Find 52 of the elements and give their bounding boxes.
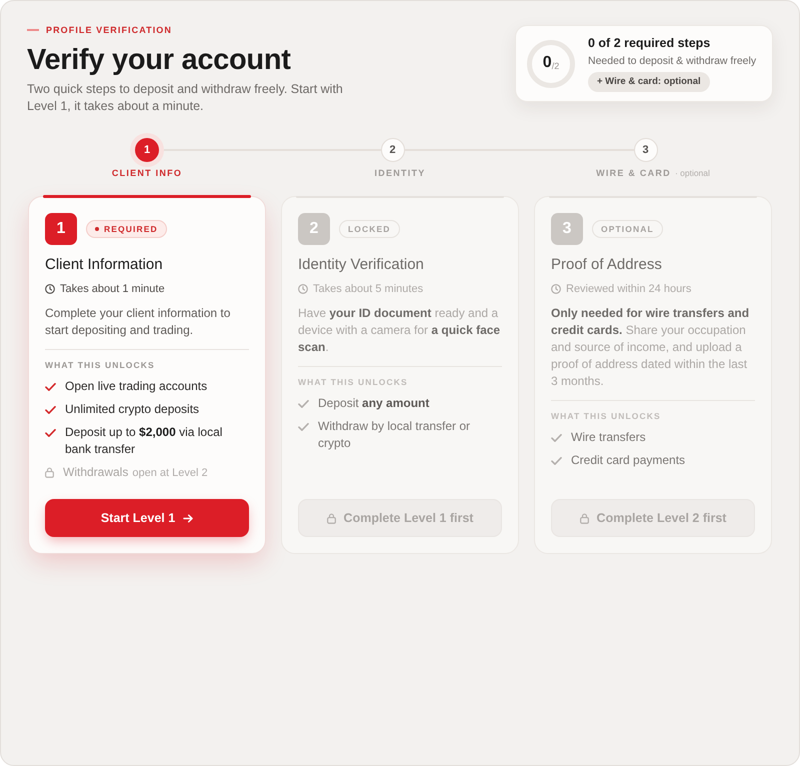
unlock-item: Wire transfers: [571, 429, 646, 446]
lock-icon: [580, 512, 589, 524]
clock-icon: [551, 284, 561, 294]
time-estimate: Takes about 5 minutes: [313, 282, 424, 297]
unlock-item: Deposit up to $2,000 via local bank transfer: [65, 424, 224, 458]
unlock-item: Withdraw by local transfer or crypto: [318, 418, 472, 452]
unlock-item: Withdrawals open at Level 2: [63, 464, 208, 481]
unlock-item: Credit card payments: [571, 452, 686, 469]
step-number-tile: 2: [298, 213, 330, 245]
unlocks-heading: WHAT THIS UNLOCKS: [298, 376, 409, 388]
status-badge-label: LOCKED: [348, 222, 391, 236]
check-icon: [298, 423, 309, 431]
start-button[interactable]: Start Level 1: [45, 499, 249, 537]
step-label[interactable]: CLIENT INFO: [112, 167, 182, 179]
check-icon: [45, 383, 56, 391]
progress-subtitle: Needed to deposit & withdraw freely: [588, 54, 756, 68]
step-number-tile: 1: [45, 213, 77, 245]
check-icon: [45, 429, 56, 437]
unlocks-heading: WHAT THIS UNLOCKS: [551, 410, 662, 422]
check-icon: [551, 434, 562, 442]
step-label[interactable]: IDENTITY: [374, 167, 426, 179]
progress-title: 0 of 2 required steps: [588, 35, 710, 51]
step-label[interactable]: WIRE & CARD · optional: [596, 167, 710, 179]
check-icon: [551, 457, 562, 465]
status-badge-label: REQUIRED: [104, 222, 158, 236]
time-estimate: Reviewed within 24 hours: [566, 282, 692, 297]
page-subtitle: Two quick steps to deposit and withdraw freely. Start with Level 1, it takes about a minute.: [27, 81, 344, 115]
status-badge-label: OPTIONAL: [601, 222, 654, 236]
card-title: Identity Verification: [298, 255, 425, 275]
progress-count: 0$_{/2}$: [542, 54, 560, 73]
card-description: Only needed for wire transfers and credit cards. Share your occupation and source of income, and upload a proof of address dated within the last 3 months.: [551, 305, 750, 390]
card-description: Have your ID document ready and a device with a camera for a quick face scan.: [298, 305, 502, 356]
lock-icon: [45, 467, 54, 478]
arrow-right-icon: [183, 514, 194, 522]
time-estimate: Takes about 1 minute: [60, 282, 165, 297]
unlocks-heading: WHAT THIS UNLOCKS: [45, 359, 156, 371]
unlock-item: Unlimited crypto deposits: [65, 401, 200, 418]
clock-icon: [45, 284, 55, 294]
check-icon: [298, 400, 309, 408]
check-icon: [45, 406, 56, 414]
page-title: Verify your account: [27, 43, 292, 77]
progress-ring: [527, 40, 575, 88]
eyebrow-label: PROFILE VERIFICATION: [46, 24, 172, 36]
lock-icon: [326, 512, 336, 524]
card-title: Proof of Address: [551, 255, 663, 275]
unlock-item: Open live trading accounts: [65, 378, 208, 395]
unlock-item: Deposit any amount: [318, 395, 430, 412]
step-number-tile: 3: [551, 213, 583, 245]
clock-icon: [298, 284, 308, 294]
card-description: Complete your client information to start depositing and trading.: [45, 305, 232, 339]
optional-steps-pill: + Wire & card: optional: [588, 72, 710, 92]
card-title: Client Information: [45, 255, 164, 275]
